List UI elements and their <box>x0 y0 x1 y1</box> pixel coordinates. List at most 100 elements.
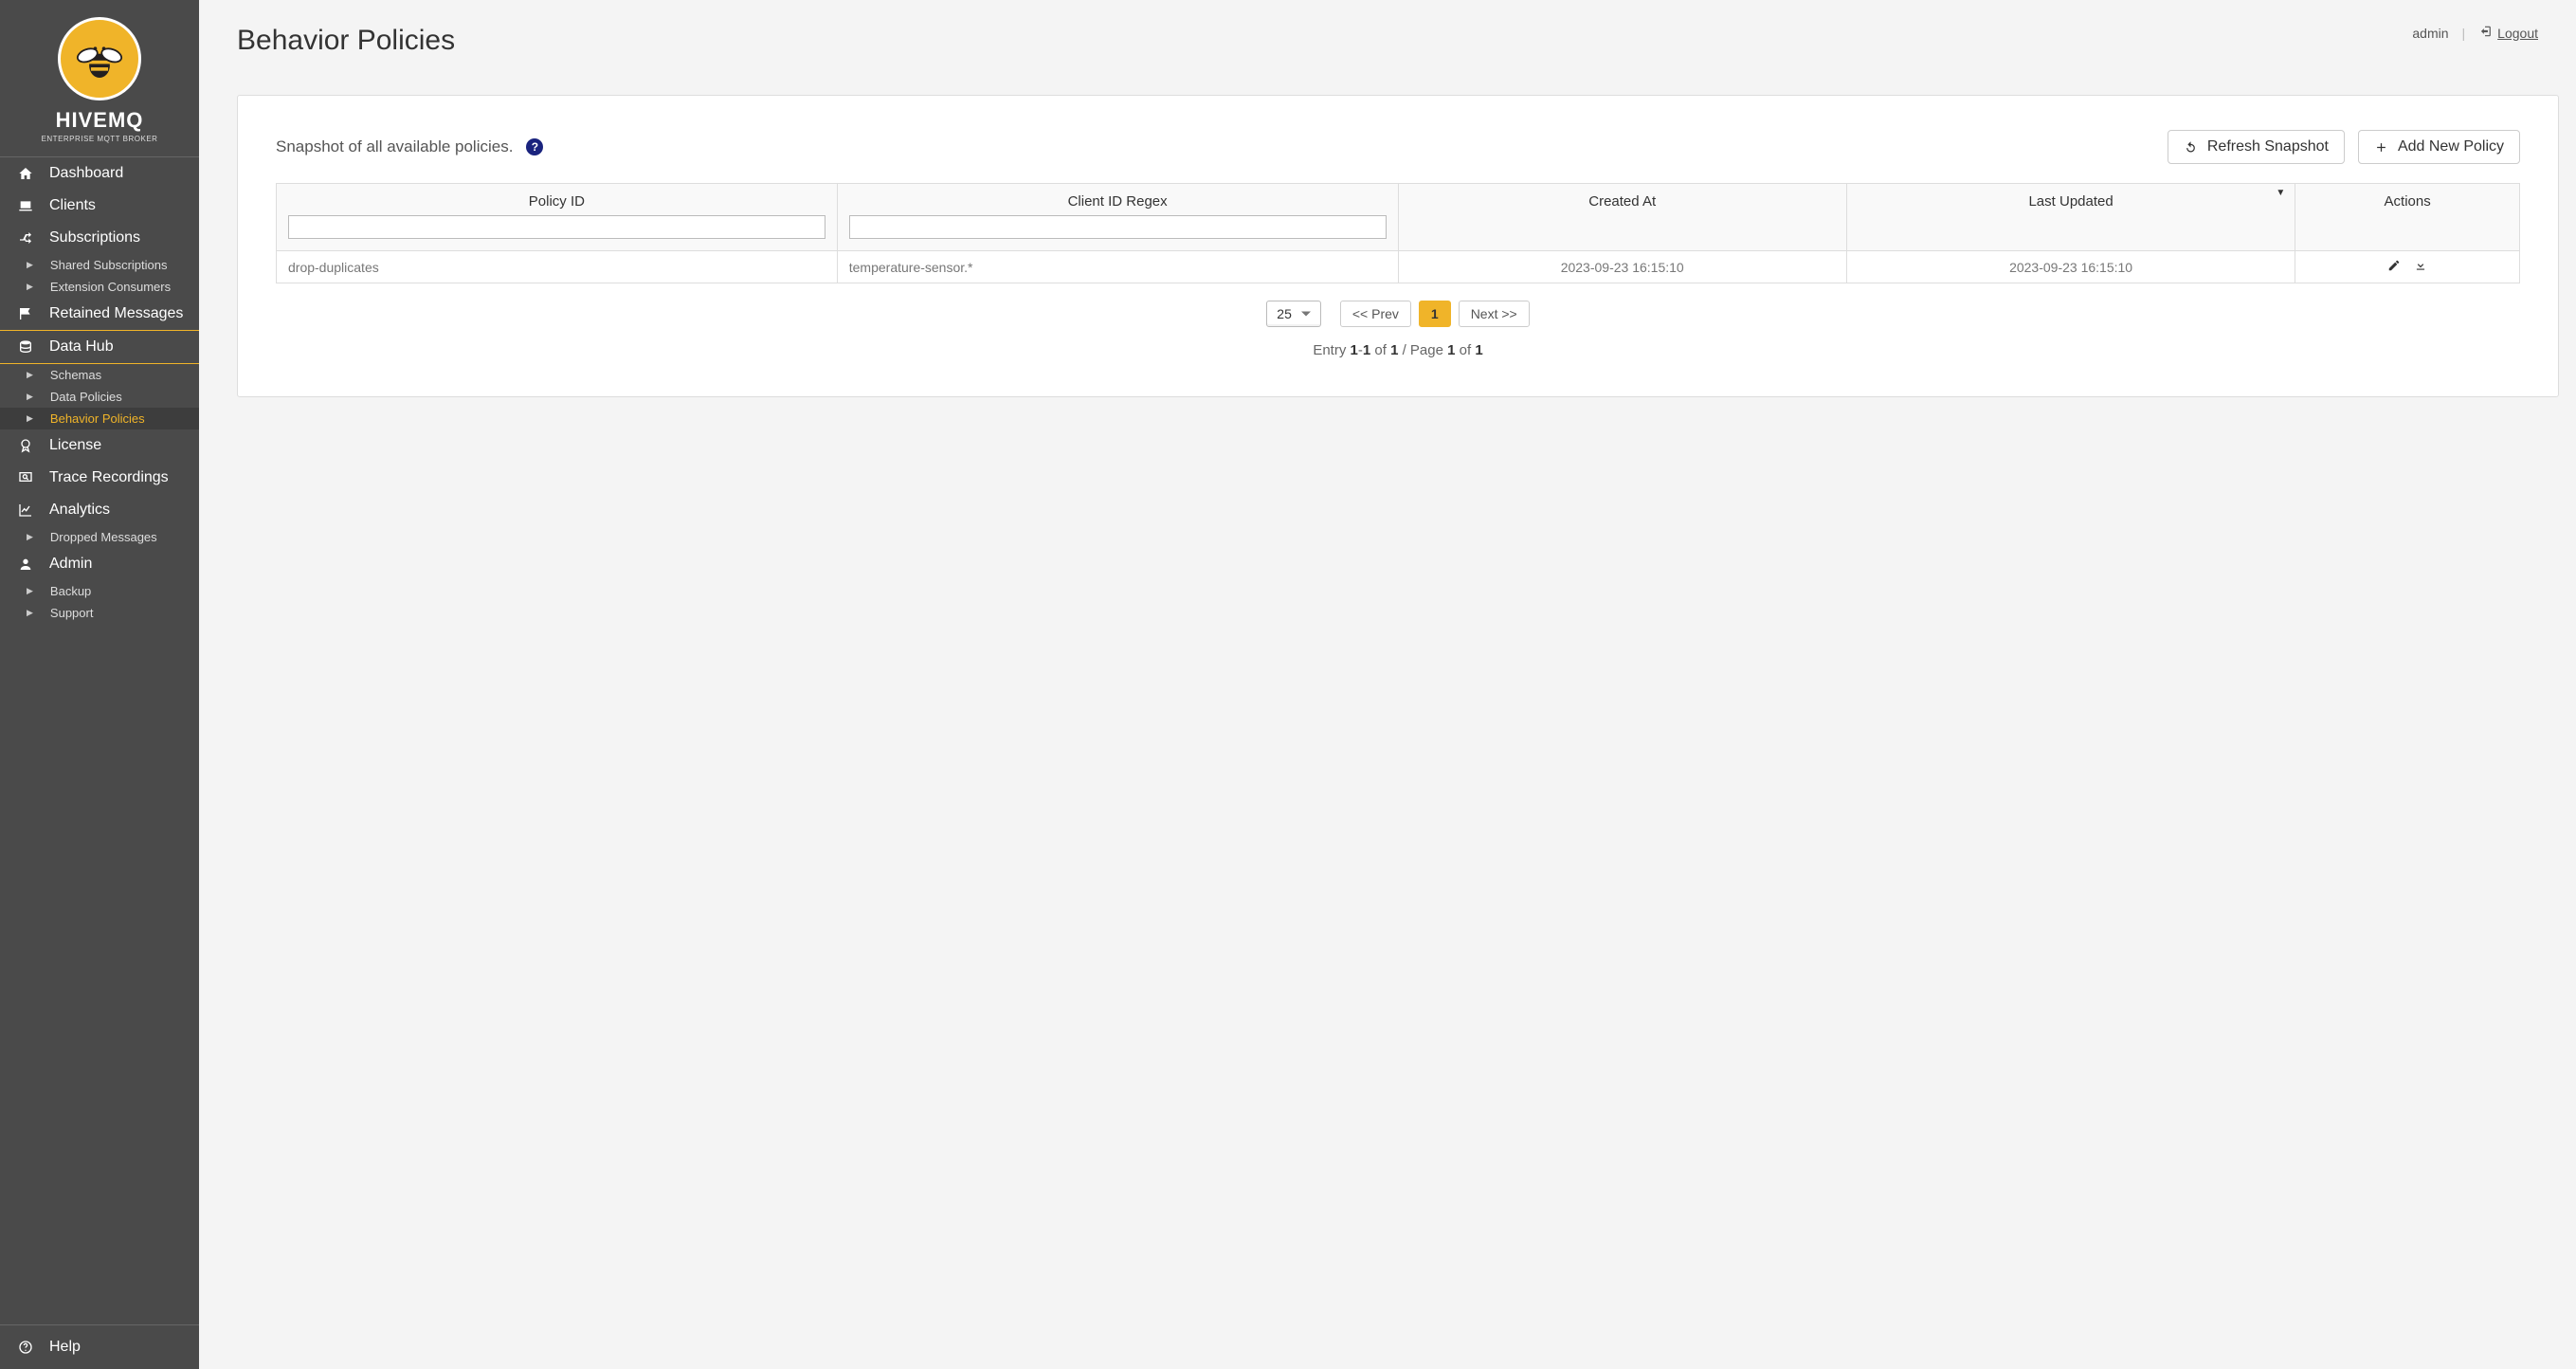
bee-icon <box>72 31 127 86</box>
cell-last-updated: 2023-09-23 16:15:10 <box>1846 251 2295 283</box>
search-screen-icon <box>15 469 36 486</box>
refresh-icon <box>2184 140 2198 155</box>
col-label: Created At <box>1410 193 1835 210</box>
sidebar-item-analytics[interactable]: Analytics <box>0 494 199 526</box>
pagination: 25 << Prev 1 Next >> <box>276 301 2520 327</box>
sidebar-sub-schemas[interactable]: ▶ Schemas <box>0 364 199 386</box>
user-area: admin | Logout <box>2412 25 2538 41</box>
database-icon <box>15 338 36 356</box>
sidebar-item-trace-recordings[interactable]: Trace Recordings <box>0 462 199 494</box>
panel-head: Snapshot of all available policies. ? Re… <box>276 130 2520 164</box>
sidebar-label: Retained Messages <box>49 305 183 322</box>
caret-right-icon: ▶ <box>27 608 33 618</box>
sidebar-item-admin[interactable]: Admin <box>0 548 199 580</box>
sidebar-sub-data-policies[interactable]: ▶ Data Policies <box>0 386 199 408</box>
entry-info-text: Entry <box>1313 342 1350 358</box>
caret-right-icon: ▶ <box>27 370 33 380</box>
prev-page-button[interactable]: << Prev <box>1340 301 1411 327</box>
refresh-snapshot-button[interactable]: Refresh Snapshot <box>2168 130 2345 164</box>
sidebar-label: License <box>49 437 101 454</box>
entry-to: 1 <box>1363 342 1370 358</box>
brand-block: HIVEMQ ENTERPRISE MQTT BROKER <box>0 0 199 156</box>
laptop-icon <box>15 197 36 214</box>
user-icon <box>15 556 36 573</box>
edit-row-button[interactable] <box>2387 259 2401 275</box>
sidebar-label: Trace Recordings <box>49 469 169 486</box>
add-label: Add New Policy <box>2398 138 2504 155</box>
home-icon <box>15 165 36 182</box>
sidebar-label: Shared Subscriptions <box>50 258 168 272</box>
flag-icon <box>15 305 36 322</box>
award-icon <box>15 437 36 454</box>
download-row-button[interactable] <box>2414 259 2427 275</box>
page-sep: / Page <box>1398 342 1447 358</box>
cell-actions <box>2295 251 2520 283</box>
logout-icon <box>2478 25 2492 41</box>
sidebar-item-help[interactable]: Help <box>0 1325 199 1369</box>
help-tooltip-icon[interactable]: ? <box>526 138 543 155</box>
caret-right-icon: ▶ <box>27 282 33 292</box>
caret-right-icon: ▶ <box>27 586 33 596</box>
snapshot-text: Snapshot of all available policies. <box>276 137 513 156</box>
sidebar-label: Help <box>49 1339 81 1356</box>
add-new-policy-button[interactable]: Add New Policy <box>2358 130 2520 164</box>
policies-table: Policy ID Client ID Regex Created At ▼ L… <box>276 183 2520 283</box>
sidebar-sub-shared-subscriptions[interactable]: ▶ Shared Subscriptions <box>0 254 199 276</box>
sidebar-item-license[interactable]: License <box>0 429 199 462</box>
sidebar-sub-behavior-policies[interactable]: ▶ Behavior Policies <box>0 408 199 429</box>
sidebar-item-dashboard[interactable]: Dashboard <box>0 157 199 190</box>
sidebar-section-active: Data Hub <box>0 330 199 364</box>
policies-panel: Snapshot of all available policies. ? Re… <box>237 95 2559 397</box>
panel-actions: Refresh Snapshot Add New Policy <box>2168 130 2520 164</box>
page-of: of <box>1455 342 1475 358</box>
sidebar-item-retained-messages[interactable]: Retained Messages <box>0 298 199 330</box>
download-icon <box>2414 259 2427 272</box>
caret-right-icon: ▶ <box>27 392 33 402</box>
cell-created-at: 2023-09-23 16:15:10 <box>1398 251 1846 283</box>
page-total: 1 <box>1475 342 1482 358</box>
sidebar-sub-backup[interactable]: ▶ Backup <box>0 580 199 602</box>
col-last-updated[interactable]: ▼ Last Updated <box>1846 184 2295 251</box>
col-policy-id[interactable]: Policy ID <box>277 184 838 251</box>
col-label: Actions <box>2307 193 2508 210</box>
col-created-at[interactable]: Created At <box>1398 184 1846 251</box>
caret-right-icon: ▶ <box>27 260 33 270</box>
cell-client-id-regex: temperature-sensor.* <box>837 251 1398 283</box>
page-size-select[interactable]: 25 <box>1266 301 1321 327</box>
brand-tagline: ENTERPRISE MQTT BROKER <box>9 135 190 143</box>
sidebar-sub-dropped-messages[interactable]: ▶ Dropped Messages <box>0 526 199 548</box>
primary-nav: Dashboard Clients Subscriptions ▶ Shared… <box>0 156 199 1324</box>
entry-from: 1 <box>1351 342 1358 358</box>
sidebar-label: Behavior Policies <box>50 411 145 426</box>
col-client-id-regex[interactable]: Client ID Regex <box>837 184 1398 251</box>
sidebar-label: Analytics <box>49 502 110 519</box>
sidebar-item-data-hub[interactable]: Data Hub <box>0 331 199 363</box>
table-row: drop-duplicates temperature-sensor.* 202… <box>277 251 2520 283</box>
filter-client-id-regex-input[interactable] <box>849 215 1387 239</box>
col-actions: Actions <box>2295 184 2520 251</box>
col-label: Policy ID <box>288 193 825 210</box>
sidebar-item-clients[interactable]: Clients <box>0 190 199 222</box>
entry-info: Entry 1-1 of 1 / Page 1 of 1 <box>276 342 2520 358</box>
main-content: Behavior Policies admin | Logout Snapsho… <box>199 0 2576 1369</box>
brand-name: HIVEMQ <box>9 108 190 133</box>
sidebar-sub-support[interactable]: ▶ Support <box>0 602 199 624</box>
page-number-button[interactable]: 1 <box>1419 301 1451 327</box>
entry-of: of <box>1370 342 1390 358</box>
topbar: Behavior Policies admin | Logout <box>199 0 2576 66</box>
sidebar-item-subscriptions[interactable]: Subscriptions <box>0 222 199 254</box>
sidebar-sub-extension-consumers[interactable]: ▶ Extension Consumers <box>0 276 199 298</box>
next-page-button[interactable]: Next >> <box>1459 301 1530 327</box>
sidebar-label: Dropped Messages <box>50 530 157 544</box>
sidebar-label: Clients <box>49 197 96 214</box>
page-title: Behavior Policies <box>237 25 455 57</box>
cell-policy-id: drop-duplicates <box>277 251 838 283</box>
sidebar-label: Subscriptions <box>49 229 140 246</box>
filter-policy-id-input[interactable] <box>288 215 825 239</box>
col-label: Client ID Regex <box>849 193 1387 210</box>
plus-icon <box>2374 140 2388 155</box>
page-size-value: 25 <box>1277 306 1292 321</box>
chart-line-icon <box>15 502 36 519</box>
logout-link[interactable]: Logout <box>2478 25 2538 41</box>
sidebar-label: Data Hub <box>49 338 114 356</box>
